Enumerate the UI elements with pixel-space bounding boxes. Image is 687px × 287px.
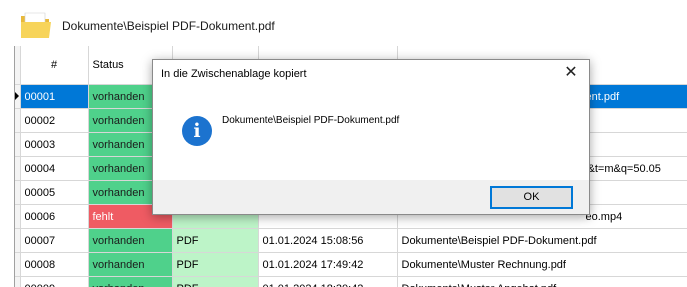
type-cell[interactable]: PDF bbox=[172, 228, 259, 253]
path-cell[interactable]: Dokumente\Beispiel PDF-Dokument.pdf bbox=[397, 228, 687, 253]
row-indicator bbox=[15, 276, 21, 287]
clipboard-message-dialog: In die Zwischenablage kopiert ✕ i Dokume… bbox=[152, 59, 590, 215]
path-cell[interactable]: Dokumente\Muster Angebot.pdf bbox=[397, 276, 687, 287]
status-cell[interactable]: vorhanden bbox=[88, 228, 173, 253]
row-indicator bbox=[15, 180, 21, 205]
dialog-body bbox=[153, 89, 589, 180]
row-indicator bbox=[15, 156, 21, 181]
dialog-message: Dokumente\Beispiel PDF-Dokument.pdf bbox=[222, 115, 400, 126]
row-number[interactable]: 00009 bbox=[20, 276, 89, 287]
date-cell[interactable]: 01.01.2024 17:49:42 bbox=[258, 252, 398, 277]
date-cell[interactable]: 01.01.2024 15:08:56 bbox=[258, 228, 398, 253]
type-cell[interactable]: PDF bbox=[172, 276, 259, 287]
row-number[interactable]: 00006 bbox=[20, 204, 89, 229]
row-number[interactable]: 00003 bbox=[20, 132, 89, 157]
table-row[interactable]: 00009 vorhanden PDF 01.01.2024 18:30:42 … bbox=[15, 276, 687, 287]
row-indicator bbox=[15, 108, 21, 133]
row-number[interactable]: 00002 bbox=[20, 108, 89, 133]
row-number[interactable]: 00008 bbox=[20, 252, 89, 277]
row-indicator bbox=[15, 204, 21, 229]
folder-icon bbox=[21, 12, 51, 38]
table-row[interactable]: 00008 vorhanden PDF 01.01.2024 17:49:42 … bbox=[15, 252, 687, 277]
date-cell[interactable]: 01.01.2024 18:30:42 bbox=[258, 276, 398, 287]
row-indicator bbox=[15, 84, 21, 109]
close-icon[interactable]: ✕ bbox=[561, 63, 581, 83]
row-number[interactable]: 00005 bbox=[20, 180, 89, 205]
type-cell[interactable]: PDF bbox=[172, 252, 259, 277]
table-row[interactable]: 00007 vorhanden PDF 01.01.2024 15:08:56 … bbox=[15, 228, 687, 253]
dialog-title: In die Zwischenablage kopiert bbox=[161, 68, 307, 80]
current-row-arrow-icon bbox=[15, 92, 19, 100]
row-number[interactable]: 00007 bbox=[20, 228, 89, 253]
row-number[interactable]: 00001 bbox=[20, 84, 89, 109]
ok-button[interactable]: OK bbox=[490, 186, 573, 209]
status-cell[interactable]: vorhanden bbox=[88, 252, 173, 277]
status-cell[interactable]: vorhanden bbox=[88, 276, 173, 287]
file-path-title: Dokumente\Beispiel PDF-Dokument.pdf bbox=[62, 19, 275, 33]
row-indicator bbox=[15, 228, 21, 253]
path-cell[interactable]: Dokumente\Muster Rechnung.pdf bbox=[397, 252, 687, 277]
row-number[interactable]: 00004 bbox=[20, 156, 89, 181]
row-indicator bbox=[15, 252, 21, 277]
row-indicator bbox=[15, 132, 21, 157]
dialog-footer: OK bbox=[153, 180, 589, 214]
column-header-number[interactable]: # bbox=[20, 46, 89, 85]
info-icon: i bbox=[182, 116, 212, 146]
